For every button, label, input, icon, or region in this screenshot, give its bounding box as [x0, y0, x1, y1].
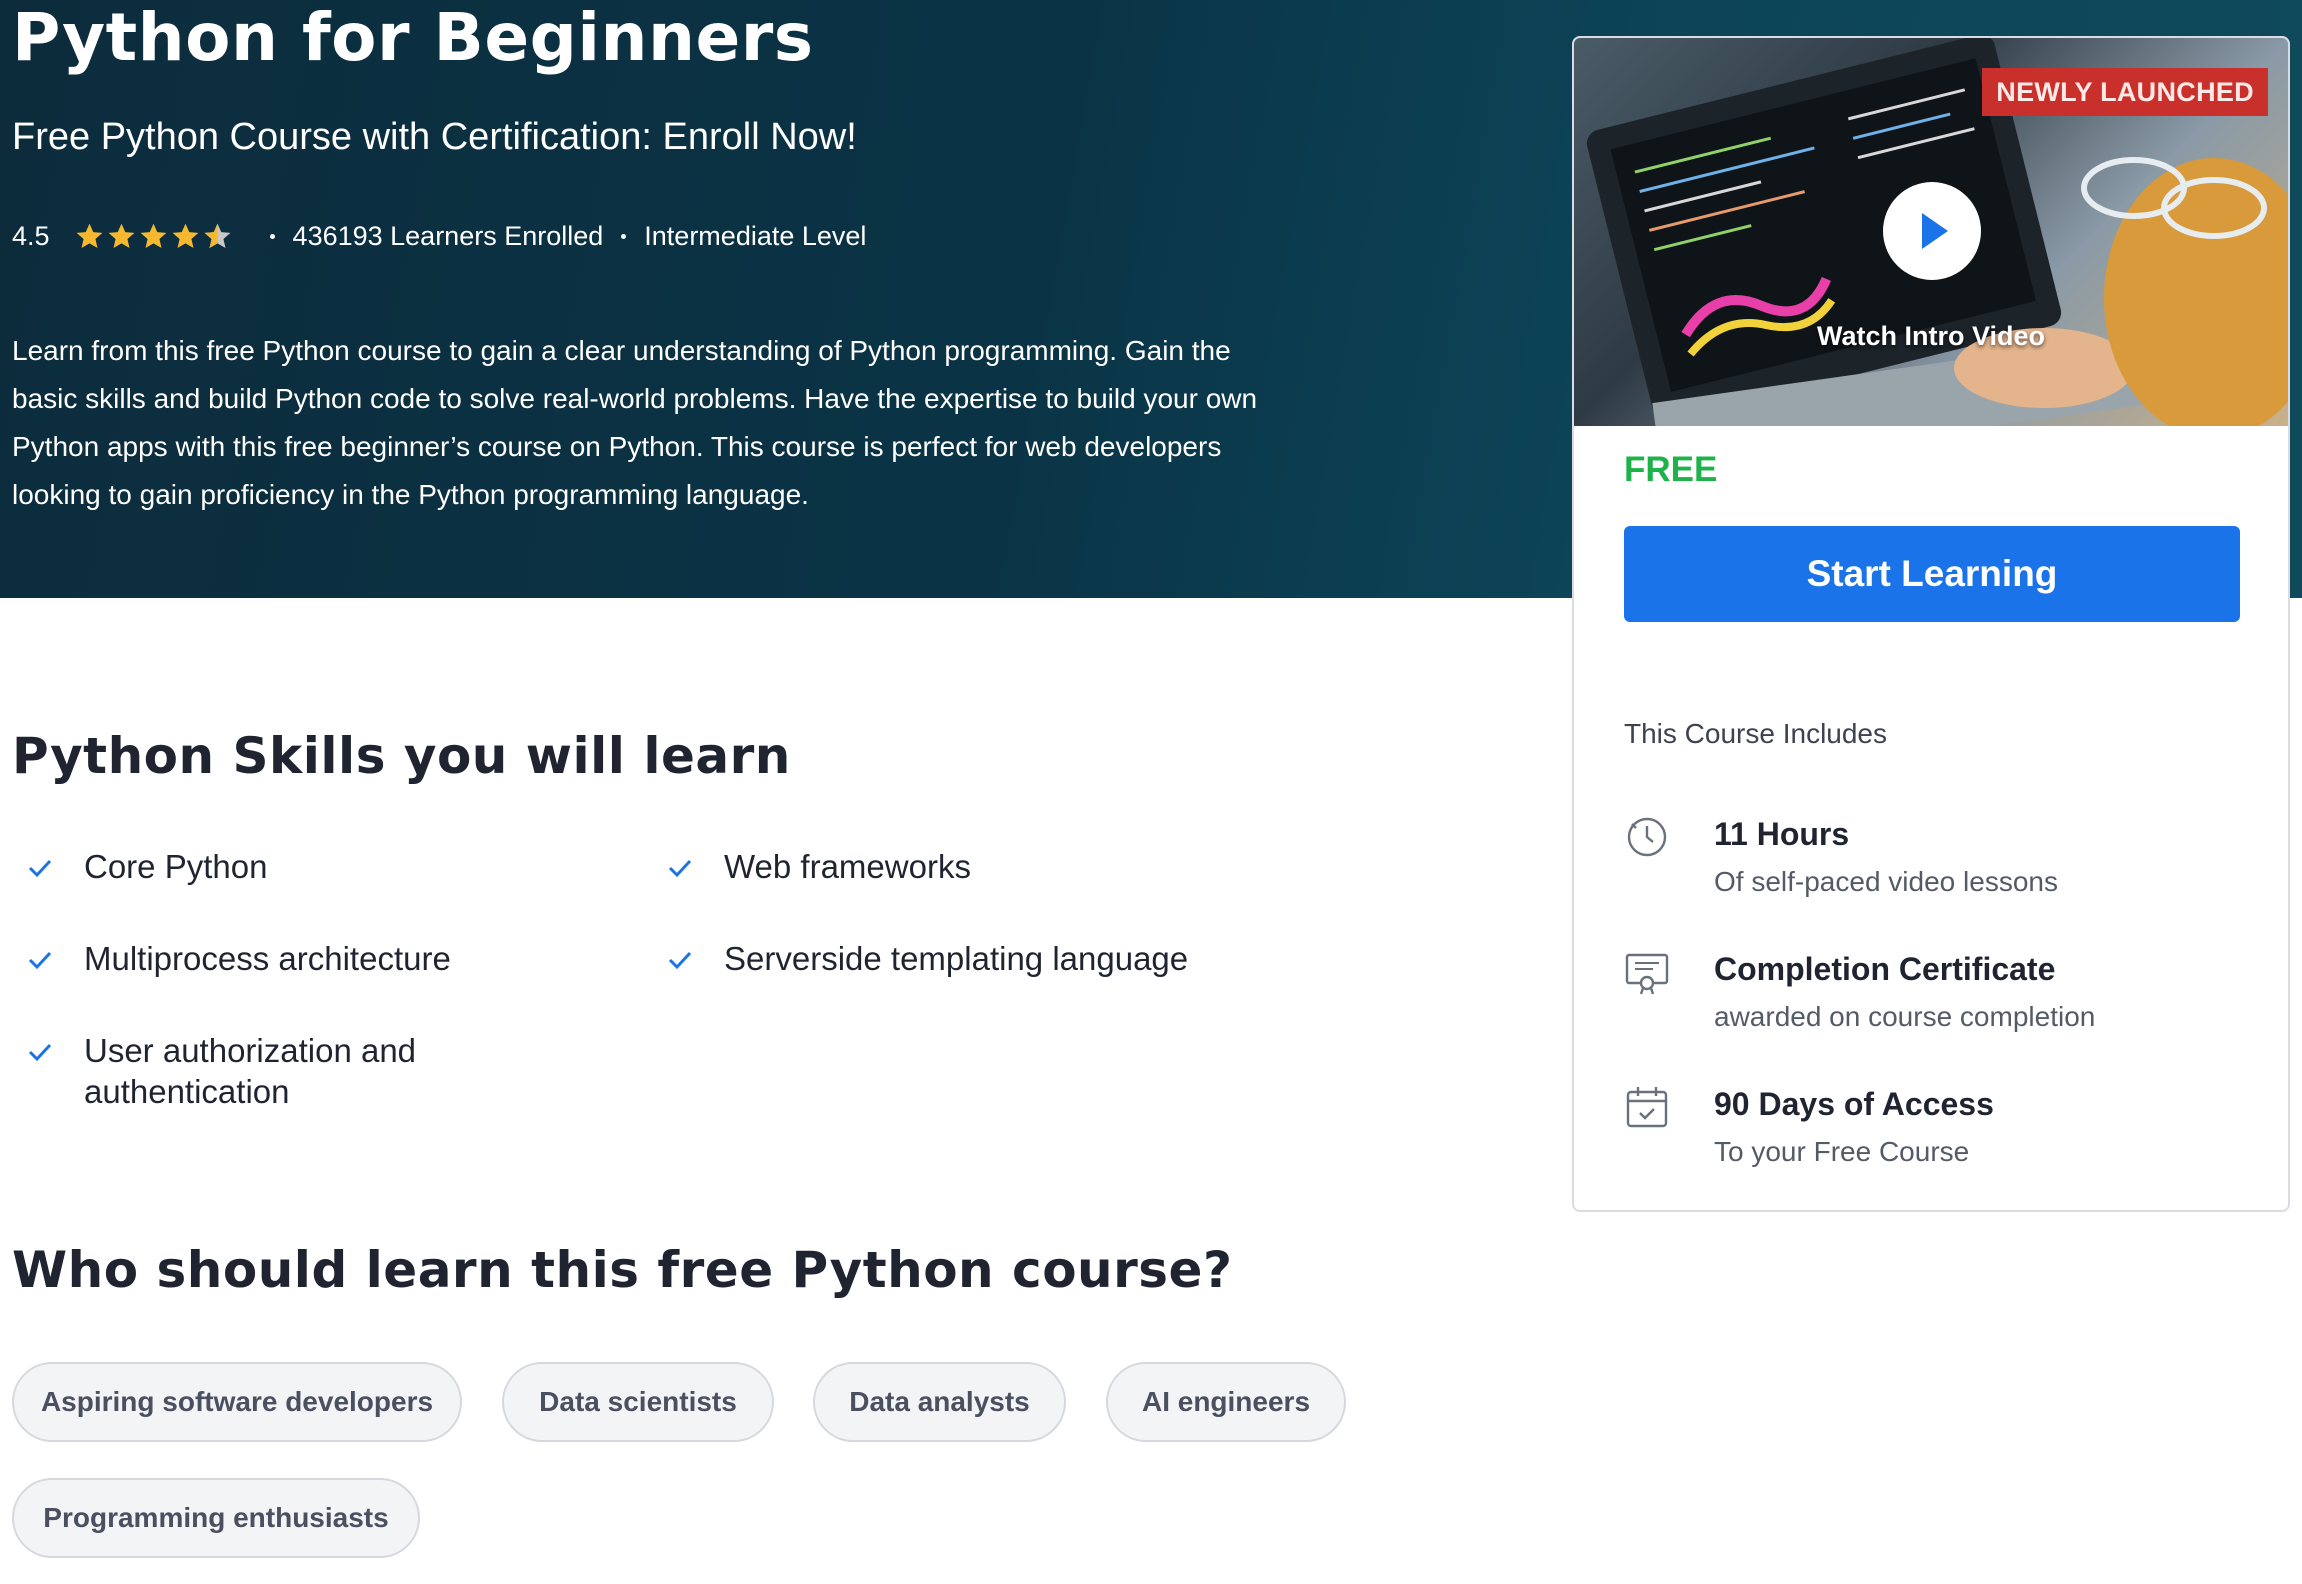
star-rating: [74, 221, 234, 252]
enroll-card: NEWLY LAUNCHED Watch Intro Video FREE St…: [1572, 36, 2290, 1212]
star-icon: [108, 223, 134, 248]
skill-label: Serverside templating language: [724, 940, 1189, 977]
newly-launched-badge: NEWLY LAUNCHED: [1982, 68, 2268, 116]
course-description: Learn from this free Python course to ga…: [12, 335, 1258, 510]
skill-item: User authorization and authentication: [28, 1030, 448, 1112]
skill-item: Core Python: [28, 846, 267, 887]
audience-heading: Who should learn this free Python course…: [12, 1241, 1233, 1299]
course-meta: 4.5 436193 Learners Enrolled Intermediat…: [12, 216, 866, 256]
include-title: 90 Days of Access: [1714, 1086, 1994, 1122]
audience-chip[interactable]: Programming enthusiasts: [12, 1478, 420, 1558]
includes-heading: This Course Includes: [1624, 718, 1888, 749]
include-title: 11 Hours: [1714, 816, 1850, 852]
skill-label: Core Python: [84, 848, 268, 885]
course-title: Python for Beginners: [12, 0, 814, 76]
audience-chip[interactable]: Aspiring software developers: [12, 1362, 462, 1442]
skill-label: Multiprocess architecture: [84, 940, 451, 977]
star-icon: [76, 223, 102, 248]
course-level: Intermediate Level: [644, 220, 867, 251]
skill-label: User authorization and authentication: [84, 1032, 417, 1110]
star-icon: [140, 223, 166, 248]
skills-heading: Python Skills you will learn: [12, 727, 791, 785]
separator-dot: [621, 233, 627, 239]
audience-chip[interactable]: Data analysts: [813, 1362, 1066, 1442]
course-subtitle: Free Python Course with Certification: E…: [12, 116, 857, 158]
star-icon: [172, 223, 198, 248]
checkmark-icon: [28, 951, 52, 970]
certificate-icon: [1625, 953, 1669, 995]
skill-item: Web frameworks: [668, 846, 971, 887]
skill-item: Multiprocess architecture: [28, 938, 451, 979]
include-title: Completion Certificate: [1714, 951, 2056, 987]
clock-icon: [1627, 817, 1667, 857]
include-subtitle: To your Free Course: [1714, 1136, 1970, 1167]
learners-count: 436193 Learners Enrolled: [292, 220, 604, 251]
checkmark-icon: [668, 859, 692, 878]
play-button[interactable]: [1883, 182, 1981, 280]
checkmark-icon: [668, 951, 692, 970]
include-subtitle: awarded on course completion: [1714, 1001, 2096, 1032]
calendar-icon: [1626, 1087, 1668, 1128]
skill-label: Web frameworks: [724, 848, 971, 885]
checkmark-icon: [28, 1043, 52, 1062]
checkmark-icon: [28, 859, 52, 878]
include-subtitle: Of self-paced video lessons: [1714, 866, 2058, 897]
star-half-icon: [204, 223, 230, 248]
watch-intro-label[interactable]: Watch Intro Video: [1574, 321, 2288, 352]
separator-dot: [269, 233, 275, 239]
audience-chip[interactable]: AI engineers: [1106, 1362, 1346, 1442]
price-label: FREE: [1624, 450, 1718, 489]
play-icon: [1922, 213, 1948, 249]
rating-value: 4.5: [12, 220, 50, 251]
skill-item: Serverside templating language: [668, 938, 1188, 979]
intro-video-thumbnail[interactable]: NEWLY LAUNCHED Watch Intro Video: [1574, 38, 2288, 426]
start-learning-button[interactable]: Start Learning: [1624, 526, 2240, 622]
audience-chip[interactable]: Data scientists: [502, 1362, 774, 1442]
